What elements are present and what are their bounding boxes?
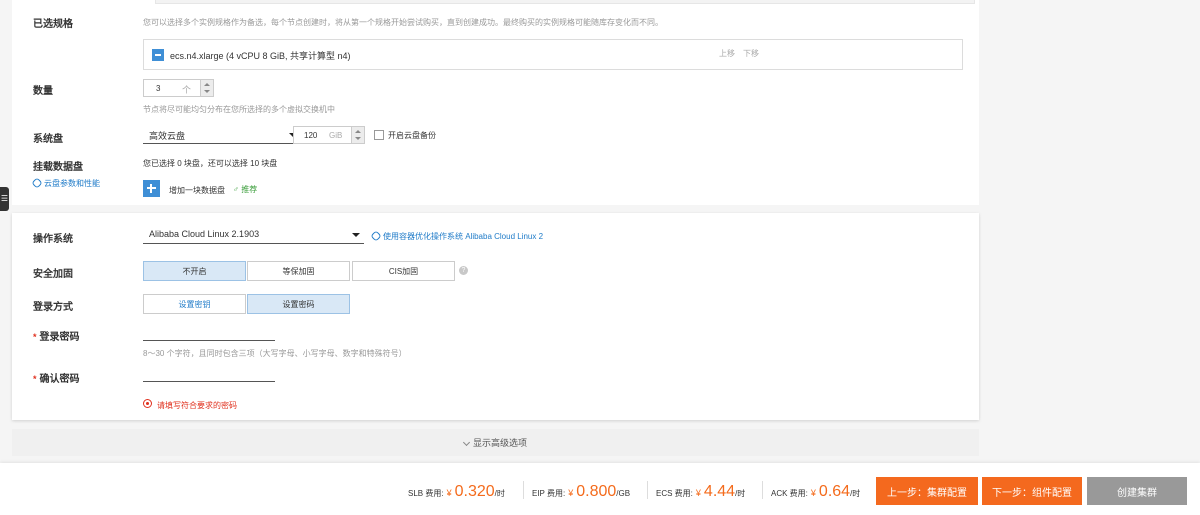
add-data-disk-label[interactable]: 增加一块数据盘	[169, 185, 225, 196]
os-login-panel: 操作系统 Alibaba Cloud Linux 2.1903 使用容器优化操作…	[12, 213, 979, 420]
fee-divider	[647, 481, 648, 499]
login-option-key[interactable]: 设置密钥	[143, 294, 246, 314]
confirm-password-label: * 确认密码	[33, 374, 80, 385]
security-option-mlps[interactable]: 等保加固	[247, 261, 350, 281]
increment-icon[interactable]	[355, 130, 361, 133]
required-mark: *	[33, 374, 37, 384]
help-icon[interactable]: ?	[459, 266, 468, 275]
disk-backup-label: 开启云盘备份	[388, 131, 436, 140]
security-label: 安全加固	[33, 269, 73, 280]
decrement-icon[interactable]	[204, 90, 210, 93]
move-up-link[interactable]: 上移	[719, 48, 735, 59]
move-down-link[interactable]: 下移	[743, 48, 759, 59]
data-disk-summary: 您已选择 0 块盘，还可以选择 10 块盘	[143, 159, 278, 168]
disk-size-spinner[interactable]	[351, 127, 364, 143]
instance-config-panel: 已选规格 您可以选择多个实例规格作为备选，每个节点创建时，将从第一个规格开始尝试…	[12, 0, 979, 205]
next-step-button[interactable]: 下一步：组件配置	[982, 477, 1082, 505]
quantity-hint: 节点将尽可能均匀分布在您所选择的多个虚拟交换机中	[143, 105, 335, 114]
system-disk-type: 高效云盘	[149, 131, 186, 141]
quantity-value: 3	[156, 84, 161, 93]
fee-divider	[762, 481, 763, 499]
side-menu-toggle[interactable]: ☰	[0, 187, 9, 211]
disk-performance-link[interactable]: 云盘参数和性能	[31, 177, 100, 189]
remove-spec-icon[interactable]	[152, 49, 164, 61]
create-cluster-button[interactable]: 创建集群	[1087, 477, 1187, 505]
link-icon	[31, 177, 43, 189]
login-method-label: 登录方式	[33, 302, 73, 313]
required-mark: *	[33, 332, 37, 342]
container-os-link[interactable]: 使用容器优化操作系统 Alibaba Cloud Linux 2	[370, 230, 543, 242]
system-disk-type-select[interactable]: 高效云盘	[143, 126, 301, 144]
security-option-cis[interactable]: CIS加固	[352, 261, 455, 281]
quantity-spinner[interactable]	[200, 80, 213, 96]
quantity-unit: 个	[182, 85, 192, 95]
spec-hint: 您可以选择多个实例规格作为备选，每个节点创建时，将从第一个规格开始尝试购买，直到…	[143, 18, 663, 27]
error-icon	[143, 399, 152, 408]
disk-backup-checkbox[interactable]	[374, 130, 384, 140]
chevron-down-icon	[462, 438, 471, 447]
system-disk-size: 120	[304, 131, 318, 140]
login-option-password[interactable]: 设置密码	[247, 294, 350, 314]
decrement-icon[interactable]	[355, 137, 361, 140]
os-label: 操作系统	[33, 234, 73, 245]
add-data-disk-button[interactable]	[143, 180, 160, 197]
quantity-stepper[interactable]: 3 个	[143, 79, 214, 97]
footer-bar: SLB 费用: ¥0.320/时 EIP 费用: ¥0.800/GB ECS 费用:…	[0, 463, 1200, 515]
eip-fee: EIP 费用: ¥0.800/GB	[532, 483, 631, 500]
spec-name: ecs.n4.xlarge (4 vCPU 8 GiB, 共享计算型 n4)	[170, 51, 351, 61]
security-option-none[interactable]: 不开启	[143, 261, 246, 281]
fee-divider	[523, 481, 524, 499]
password-error: 请填写符合要求的密码	[157, 401, 237, 410]
quantity-label: 数量	[33, 86, 53, 97]
prev-step-button[interactable]: 上一步：集群配置	[876, 477, 978, 505]
thumbs-up-icon: ♂	[233, 185, 239, 194]
selected-spec-item: ecs.n4.xlarge (4 vCPU 8 GiB, 共享计算型 n4) 上…	[143, 39, 963, 70]
password-label: * 登录密码	[33, 332, 80, 343]
recommend-badge: ♂ 推荐	[233, 185, 258, 194]
show-advanced-options[interactable]: 显示高级选项	[12, 429, 979, 456]
ack-fee: ACK 费用: ¥0.64/时	[771, 483, 861, 500]
os-select[interactable]: Alibaba Cloud Linux 2.1903	[143, 226, 364, 244]
password-hint: 8～30 个字符，且同时包含三项（大写字母、小写字母、数字和特殊符号）	[143, 349, 407, 358]
system-disk-label: 系统盘	[33, 134, 63, 145]
password-input[interactable]	[143, 340, 275, 341]
data-disk-label: 挂载数据盘	[33, 162, 83, 173]
ecs-fee: ECS 费用: ¥4.44/时	[656, 483, 746, 500]
spec-label: 已选规格	[33, 19, 73, 30]
slb-fee: SLB 费用: ¥0.320/时	[408, 483, 505, 500]
increment-icon[interactable]	[204, 83, 210, 86]
dropdown-caret-icon	[352, 233, 360, 237]
os-value: Alibaba Cloud Linux 2.1903	[149, 229, 260, 239]
advanced-label: 显示高级选项	[472, 438, 527, 448]
link-icon	[370, 230, 382, 242]
system-disk-size-stepper[interactable]: 120 GiB	[293, 126, 365, 144]
system-disk-unit: GiB	[329, 131, 343, 140]
spec-list-strip	[155, 0, 975, 4]
confirm-password-input[interactable]	[143, 381, 275, 382]
